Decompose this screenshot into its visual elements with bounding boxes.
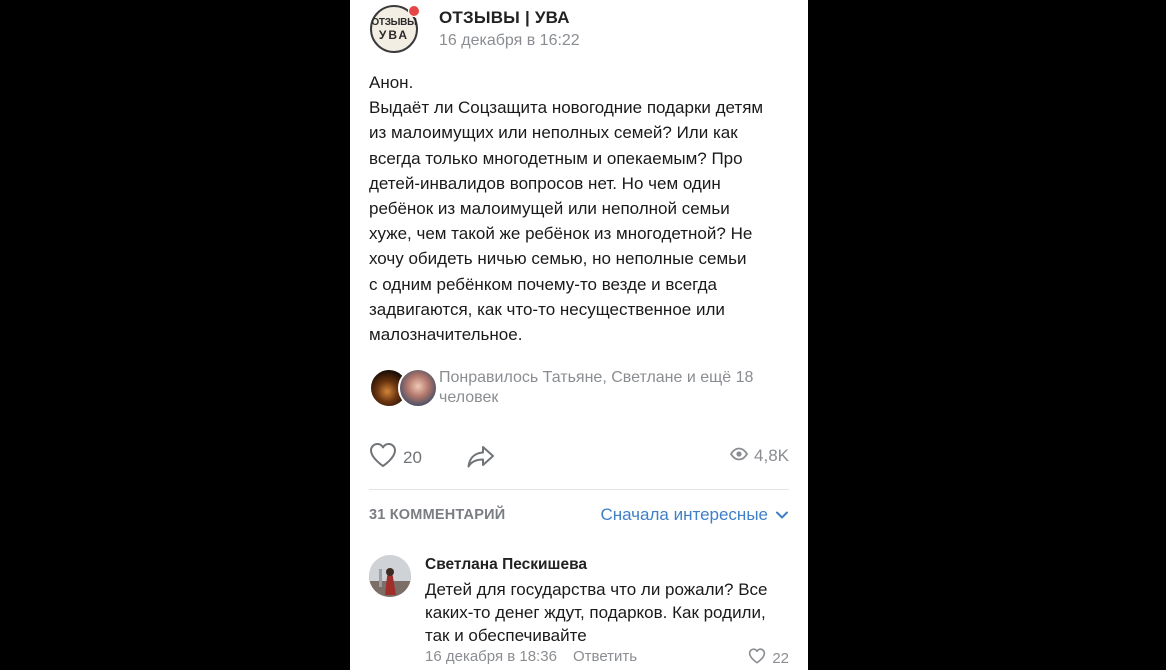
notification-dot [408, 5, 420, 17]
share-icon [466, 446, 496, 474]
comment-like-button[interactable]: 22 [748, 648, 789, 669]
post-date[interactable]: 16 декабря в 16:22 [439, 32, 580, 50]
comments-sort-dropdown[interactable]: Сначала интересные [600, 505, 788, 525]
post-text-line: всегда только многодетным и опекаемым? П… [369, 148, 743, 168]
comment-author-name[interactable]: Светлана Пескишева [425, 556, 587, 574]
comment-date: 16 декабря в 18:36 [425, 648, 557, 665]
avatar-photo [369, 555, 411, 597]
likers-avatars[interactable] [369, 368, 438, 408]
eye-icon [729, 447, 749, 466]
post-card: ОТЗЫВЫ УВА ОТЗЫВЫ | УВА 16 декабря в 16:… [350, 0, 808, 670]
post-text-line: из малоимущих или неполных семей? Или ка… [369, 123, 738, 143]
sort-label: Сначала интересные [600, 505, 768, 524]
post-text-line: ребёнок из малоимущей или неполной семьи [369, 199, 730, 219]
post-text-line: хочу обидеть ничью семью, но неполные се… [369, 249, 747, 269]
comment-author-avatar[interactable] [369, 555, 411, 597]
views-counter: 4,8K [729, 446, 789, 466]
comments-count: 31 КОММЕНТАРИЙ [369, 507, 506, 523]
comment-like-count: 22 [772, 650, 789, 667]
comment-text-line: каких-то денег ждут, подарков. Как родил… [425, 603, 766, 622]
group-name[interactable]: ОТЗЫВЫ | УВА [439, 8, 570, 28]
comment-text: Детей для государства что ли рожали? Все… [425, 578, 795, 647]
reply-button[interactable]: Ответить [573, 648, 637, 665]
post-text-line: Выдаёт ли Соцзащита новогодние подарки д… [369, 98, 764, 118]
post-text-line: детей-инвалидов вопросов нет. Но чем оди… [369, 173, 721, 193]
liked-by-line: человек [439, 389, 499, 406]
comment-text-line: Детей для государства что ли рожали? Все [425, 580, 768, 599]
post-text: Анон. Выдаёт ли Соцзащита новогодние под… [369, 70, 794, 347]
share-button[interactable] [466, 444, 496, 475]
liked-by-text[interactable]: Понравилось Татьяне, Светлане и ещё 18 ч… [439, 368, 789, 408]
views-count: 4,8K [754, 446, 789, 465]
post-text-line: хуже, чем такой же ребёнок из многодетно… [369, 224, 753, 244]
post-text-line: с одним ребёнком почему-то везде и всегд… [369, 274, 717, 294]
post-text-line: малозначительное. [369, 325, 523, 345]
group-logo-text-bottom: УВА [378, 27, 410, 42]
heart-icon [369, 442, 397, 473]
group-avatar[interactable]: ОТЗЫВЫ УВА [370, 5, 422, 57]
group-logo-text-top: ОТЗЫВЫ [371, 16, 417, 28]
like-count: 20 [403, 447, 422, 467]
post-text-line: Анон. [369, 73, 414, 92]
post-actions: 20 4,8K [369, 442, 789, 472]
divider [369, 489, 789, 490]
heart-icon [748, 648, 766, 669]
liker-avatar [398, 368, 438, 408]
like-button[interactable]: 20 [369, 442, 422, 473]
liked-by-line: Понравилось Татьяне, Светлане и ещё 18 [439, 369, 754, 386]
comment-text-line: так и обеспечивайте [425, 626, 587, 645]
post-text-line: задвигаются, как что-то несущественное и… [369, 299, 725, 319]
chevron-down-icon [776, 506, 788, 524]
